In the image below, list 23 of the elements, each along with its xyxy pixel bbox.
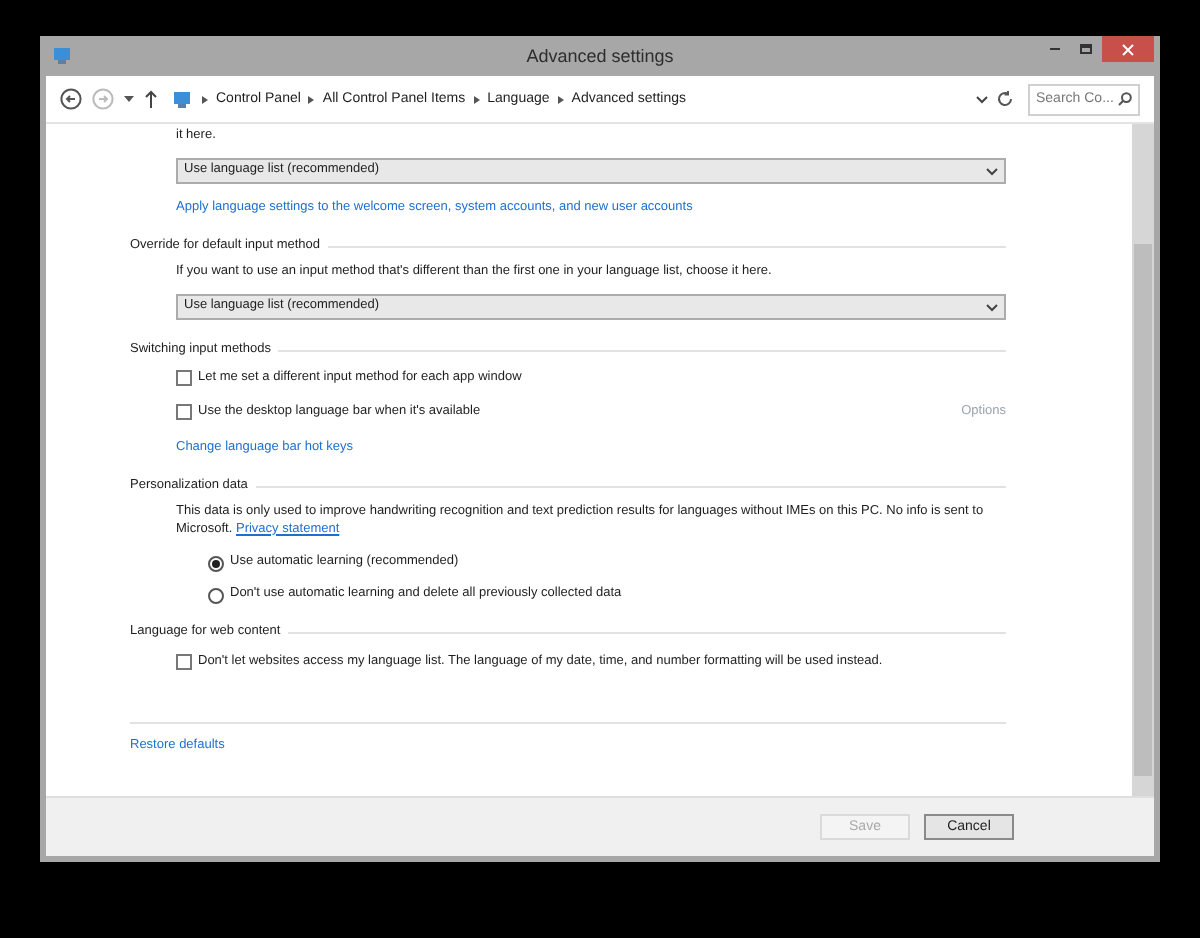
control-panel-icon [172, 89, 194, 109]
refresh-icon[interactable] [996, 90, 1014, 108]
chevron-right-icon [308, 95, 315, 103]
chevron-right-icon [473, 95, 480, 103]
chevron-right-icon [202, 95, 208, 103]
chevron-down-icon [986, 167, 998, 175]
radio-button[interactable] [208, 587, 224, 604]
back-icon[interactable] [60, 88, 82, 110]
chevron-down-icon [986, 303, 998, 311]
control-panel-icon [52, 46, 72, 66]
chevron-down-icon[interactable] [976, 95, 988, 103]
dropdown-icon[interactable] [124, 96, 134, 102]
close-button[interactable] [1102, 36, 1154, 62]
chevron-right-icon [557, 95, 564, 103]
checkbox[interactable] [176, 370, 192, 386]
window-title: Advanced settings [524, 43, 676, 69]
checkbox[interactable] [176, 404, 192, 420]
scrollbar[interactable] [1132, 124, 1154, 796]
close-icon [1122, 43, 1134, 55]
checkbox[interactable] [176, 653, 192, 670]
search-icon [1118, 92, 1132, 106]
radio-button[interactable] [208, 555, 224, 572]
up-arrow-icon[interactable] [144, 90, 158, 108]
